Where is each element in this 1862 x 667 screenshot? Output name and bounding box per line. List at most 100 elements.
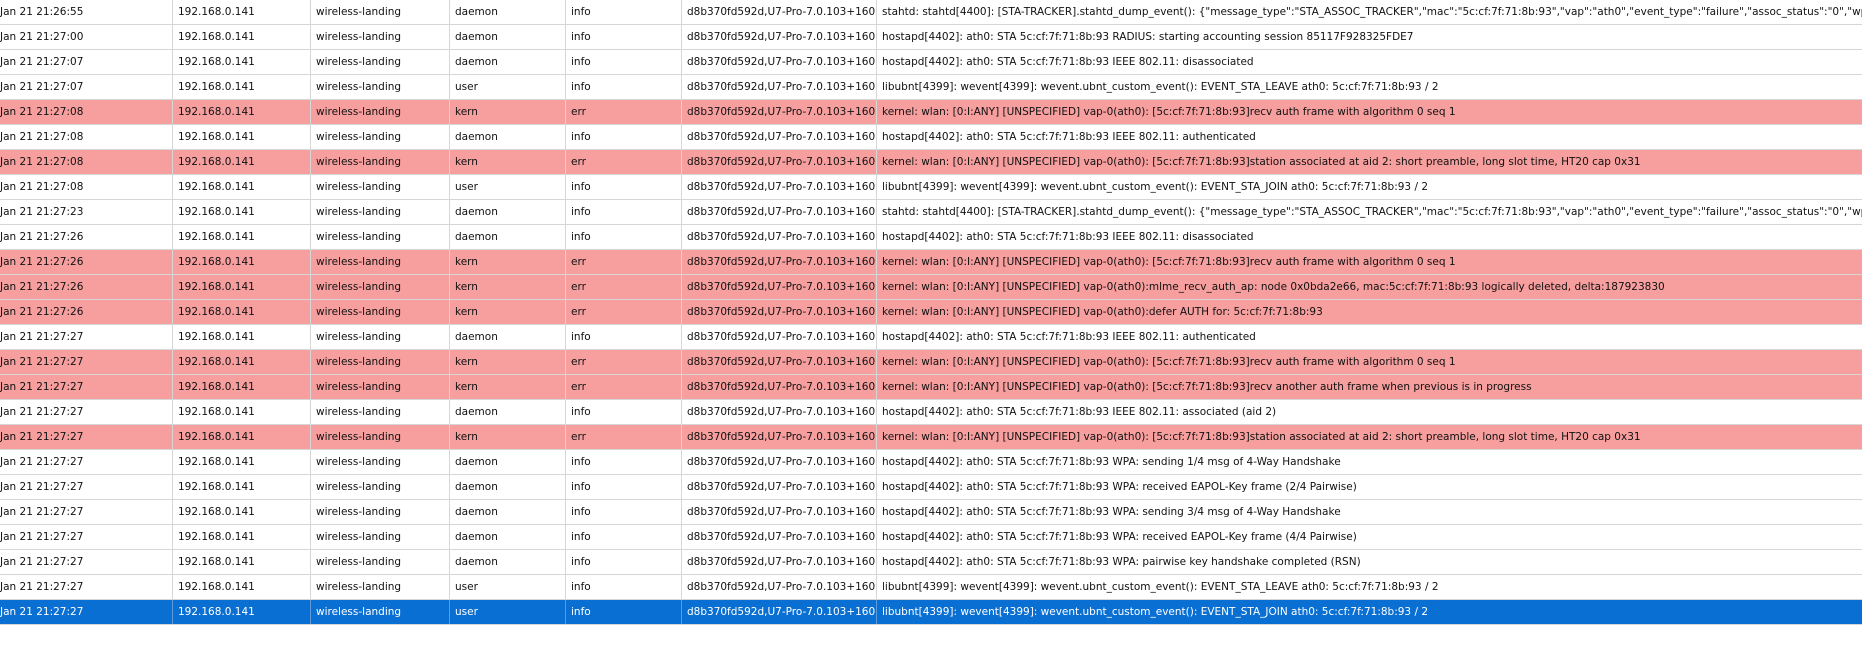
- level-cell: err: [566, 375, 682, 399]
- facility-cell: kern: [450, 100, 566, 124]
- log-row[interactable]: Jan 21 21:27:00 192.168.0.141 wireless-lan…: [0, 25, 1862, 50]
- log-row[interactable]: Jan 21 21:27:08 192.168.0.141 wireless-lan…: [0, 150, 1862, 175]
- timestamp-cell: Jan 21 21:27:08: [0, 125, 173, 149]
- log-row[interactable]: Jan 21 21:27:26 192.168.0.141 wireless-lan…: [0, 300, 1862, 325]
- level-cell: err: [566, 150, 682, 174]
- message-cell: hostapd[4402]: ath0: STA 5c:cf:7f:71:8b:…: [882, 531, 1357, 543]
- ip-cell: 192.168.0.141: [173, 475, 311, 499]
- log-row[interactable]: Jan 21 21:27:27 192.168.0.141 wireless-lan…: [0, 425, 1862, 450]
- log-row[interactable]: Jan 21 21:27:27 192.168.0.141 wireless-lan…: [0, 550, 1862, 575]
- timestamp-cell: Jan 21 21:27:07: [0, 75, 173, 99]
- log-row[interactable]: Jan 21 21:27:08 192.168.0.141 wireless-lan…: [0, 100, 1862, 125]
- log-row[interactable]: Jan 21 21:27:07 192.168.0.141 wireless-lan…: [0, 75, 1862, 100]
- hostname-cell: wireless-landing: [311, 100, 450, 124]
- syslog-table: Jan 21 21:26:55 192.168.0.141 wireless-lan…: [0, 0, 1862, 625]
- facility-cell: daemon: [450, 400, 566, 424]
- facility-cell: kern: [450, 350, 566, 374]
- log-row[interactable]: Jan 21 21:27:23 192.168.0.141 wireless-lan…: [0, 200, 1862, 225]
- level-cell: err: [566, 350, 682, 374]
- message-cell: hostapd[4402]: ath0: STA 5c:cf:7f:71:8b:…: [882, 456, 1341, 468]
- log-row[interactable]: Jan 21 21:27:27 192.168.0.141 wireless-lan…: [0, 375, 1862, 400]
- source-cell: d8b370fd592d,U7-Pro-7.0.103+16014: [682, 325, 877, 349]
- level-cell: err: [566, 100, 682, 124]
- hostname-cell: wireless-landing: [311, 50, 450, 74]
- source-cell: d8b370fd592d,U7-Pro-7.0.103+16014: [682, 450, 877, 474]
- timestamp-cell: Jan 21 21:27:26: [0, 275, 173, 299]
- level-cell: info: [566, 325, 682, 349]
- timestamp-cell: Jan 21 21:27:08: [0, 150, 173, 174]
- timestamp-cell: Jan 21 21:27:27: [0, 475, 173, 499]
- level-cell: err: [566, 300, 682, 324]
- ip-cell: 192.168.0.141: [173, 225, 311, 249]
- log-row[interactable]: Jan 21 21:27:27 192.168.0.141 wireless-lan…: [0, 325, 1862, 350]
- level-cell: info: [566, 500, 682, 524]
- ip-cell: 192.168.0.141: [173, 0, 311, 24]
- hostname-cell: wireless-landing: [311, 600, 450, 624]
- facility-cell: daemon: [450, 25, 566, 49]
- hostname-cell: wireless-landing: [311, 550, 450, 574]
- facility-cell: kern: [450, 425, 566, 449]
- timestamp-cell: Jan 21 21:27:27: [0, 450, 173, 474]
- ip-cell: 192.168.0.141: [173, 50, 311, 74]
- timestamp-cell: Jan 21 21:27:26: [0, 250, 173, 274]
- facility-cell: daemon: [450, 200, 566, 224]
- ip-cell: 192.168.0.141: [173, 175, 311, 199]
- message-cell: hostapd[4402]: ath0: STA 5c:cf:7f:71:8b:…: [882, 331, 1256, 343]
- level-cell: info: [566, 125, 682, 149]
- facility-cell: daemon: [450, 325, 566, 349]
- log-row[interactable]: Jan 21 21:27:27 192.168.0.141 wireless-lan…: [0, 475, 1862, 500]
- source-cell: d8b370fd592d,U7-Pro-7.0.103+16014: [682, 275, 877, 299]
- log-row[interactable]: Jan 21 21:27:27 192.168.0.141 wireless-lan…: [0, 450, 1862, 475]
- source-cell: d8b370fd592d,U7-Pro-7.0.103+16014: [682, 25, 877, 49]
- log-row-selected[interactable]: Jan 21 21:27:27 192.168.0.141 wireless-lan…: [0, 600, 1862, 625]
- log-row[interactable]: Jan 21 21:27:26 192.168.0.141 wireless-lan…: [0, 225, 1862, 250]
- log-row[interactable]: Jan 21 21:27:27 192.168.0.141 wireless-lan…: [0, 400, 1862, 425]
- source-cell: d8b370fd592d,U7-Pro-7.0.103+16014: [682, 125, 877, 149]
- message-cell: libubnt[4399]: wevent[4399]: wevent.ubnt…: [882, 581, 1439, 593]
- message-cell: hostapd[4402]: ath0: STA 5c:cf:7f:71:8b:…: [882, 131, 1256, 143]
- facility-cell: kern: [450, 300, 566, 324]
- log-row[interactable]: Jan 21 21:26:55 192.168.0.141 wireless-lan…: [0, 0, 1862, 25]
- message-cell: kernel: wlan: [0:I:ANY] [UNSPECIFIED] va…: [882, 106, 1456, 118]
- source-cell: d8b370fd592d,U7-Pro-7.0.103+16014: [682, 575, 877, 599]
- log-row[interactable]: Jan 21 21:27:26 192.168.0.141 wireless-lan…: [0, 275, 1862, 300]
- hostname-cell: wireless-landing: [311, 75, 450, 99]
- ip-cell: 192.168.0.141: [173, 450, 311, 474]
- facility-cell: user: [450, 600, 566, 624]
- log-row[interactable]: Jan 21 21:27:27 192.168.0.141 wireless-lan…: [0, 350, 1862, 375]
- hostname-cell: wireless-landing: [311, 250, 450, 274]
- hostname-cell: wireless-landing: [311, 175, 450, 199]
- log-row[interactable]: Jan 21 21:27:26 192.168.0.141 wireless-lan…: [0, 250, 1862, 275]
- timestamp-cell: Jan 21 21:27:27: [0, 575, 173, 599]
- hostname-cell: wireless-landing: [311, 150, 450, 174]
- log-row[interactable]: Jan 21 21:27:08 192.168.0.141 wireless-lan…: [0, 125, 1862, 150]
- hostname-cell: wireless-landing: [311, 200, 450, 224]
- source-cell: d8b370fd592d,U7-Pro-7.0.103+16014: [682, 300, 877, 324]
- timestamp-cell: Jan 21 21:27:27: [0, 350, 173, 374]
- level-cell: info: [566, 475, 682, 499]
- level-cell: info: [566, 25, 682, 49]
- source-cell: d8b370fd592d,U7-Pro-7.0.103+16014: [682, 400, 877, 424]
- level-cell: info: [566, 200, 682, 224]
- hostname-cell: wireless-landing: [311, 350, 450, 374]
- message-cell: hostapd[4402]: ath0: STA 5c:cf:7f:71:8b:…: [882, 556, 1361, 568]
- log-row[interactable]: Jan 21 21:27:27 192.168.0.141 wireless-lan…: [0, 575, 1862, 600]
- hostname-cell: wireless-landing: [311, 25, 450, 49]
- facility-cell: daemon: [450, 550, 566, 574]
- log-row[interactable]: Jan 21 21:27:08 192.168.0.141 wireless-lan…: [0, 175, 1862, 200]
- ip-cell: 192.168.0.141: [173, 375, 311, 399]
- hostname-cell: wireless-landing: [311, 0, 450, 24]
- source-cell: d8b370fd592d,U7-Pro-7.0.103+16014: [682, 250, 877, 274]
- message-cell: stahtd: stahtd[4400]: [STA-TRACKER].stah…: [882, 6, 1862, 18]
- message-cell: hostapd[4402]: ath0: STA 5c:cf:7f:71:8b:…: [882, 406, 1277, 418]
- log-row[interactable]: Jan 21 21:27:07 192.168.0.141 wireless-lan…: [0, 50, 1862, 75]
- hostname-cell: wireless-landing: [311, 500, 450, 524]
- facility-cell: daemon: [450, 500, 566, 524]
- message-cell: hostapd[4402]: ath0: STA 5c:cf:7f:71:8b:…: [882, 231, 1254, 243]
- log-row[interactable]: Jan 21 21:27:27 192.168.0.141 wireless-lan…: [0, 525, 1862, 550]
- level-cell: info: [566, 550, 682, 574]
- ip-cell: 192.168.0.141: [173, 75, 311, 99]
- level-cell: info: [566, 525, 682, 549]
- level-cell: info: [566, 75, 682, 99]
- log-row[interactable]: Jan 21 21:27:27 192.168.0.141 wireless-lan…: [0, 500, 1862, 525]
